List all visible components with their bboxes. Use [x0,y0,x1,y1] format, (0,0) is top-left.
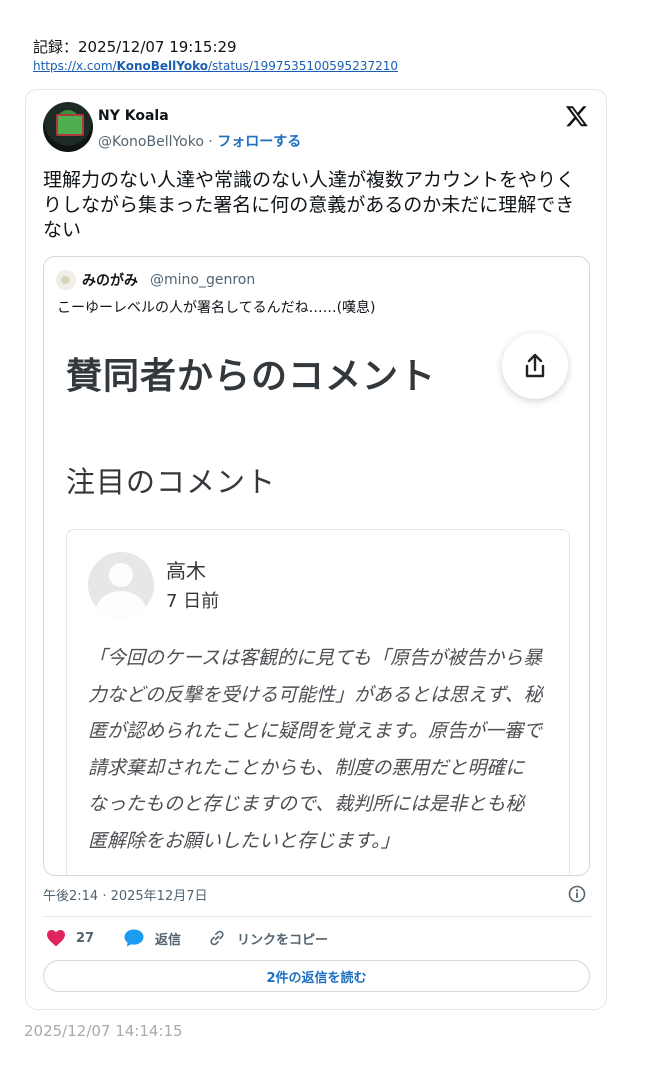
share-icon [525,353,545,378]
image-share-button [502,333,568,399]
copy-link-button[interactable]: リンクをコピー [207,928,328,948]
read-replies-button[interactable]: 2件の返信を読む [43,960,590,992]
like-count: 27 [76,930,95,946]
follow-button[interactable]: フォローする [217,134,301,150]
image-subheading: 注目のコメント [66,465,277,499]
author-handle-row: @KonoBellYoko · フォローする [98,131,301,151]
quoted-author-name: みのがみ [82,273,138,289]
image-heading: 賛同者からのコメント [66,356,437,397]
copy-link-label: リンクをコピー [237,932,329,948]
x-logo-icon[interactable] [565,104,589,128]
tweet-text: 理解力のない人達や常識のない人達が複数アカウントをやりくりしながら集まった署名に… [43,169,576,241]
quoted-tweet[interactable]: みのがみ @mino_genron こーゆーレベルの人が署名してるんだね……(嘆… [43,256,590,876]
author-name[interactable]: NY Koala [98,108,169,124]
comment-body: 「今回のケースは客観的に見ても「原告が被告から暴力などの反撃を受ける可能性」があ… [88,647,543,852]
quoted-author-handle: @mino_genron [150,272,256,288]
reply-button[interactable]: 返信 [123,928,181,948]
record-url-suffix: /status/1997535100595237210 [207,59,399,73]
handle-separator: · [203,134,218,150]
record-url-prefix: https://x.com/ [33,59,117,73]
quoted-author-avatar [56,270,76,290]
link-icon [210,930,224,946]
tweet-card: NY Koala @KonoBellYoko · フォローする 理解力のない人達… [25,89,607,1010]
archived-timestamp: 2025/12/07 14:14:15 [24,1022,183,1040]
commenter-name: 高木 [166,559,206,583]
reply-label: 返信 [155,932,182,948]
heart-icon [47,930,65,947]
divider [43,916,591,917]
author-avatar[interactable] [43,102,93,152]
quoted-screenshot-image[interactable]: 賛同者からのコメント 注目のコメント 高木 7 日前 「今回のケースは客観的に見… [44,323,589,875]
like-button[interactable]: 27 [46,928,94,948]
info-icon[interactable] [568,885,586,903]
record-url-user: KonoBellYoko [116,59,208,73]
record-label: 記録：2025/12/07 19:15:29 [33,38,237,56]
record-url-link[interactable]: https://x.com/KonoBellYoko/status/199753… [33,59,398,73]
quoted-tweet-text: こーゆーレベルの人が署名してるんだね……(嘆息) [57,300,376,316]
avatar-image [56,114,84,136]
comment-date: 7 日前 [166,591,220,612]
commenter-avatar [88,552,154,618]
author-handle[interactable]: @KonoBellYoko [98,134,204,150]
image-comment-card: 高木 7 日前 「今回のケースは客観的に見ても「原告が被告から暴力などの反撃を受… [66,529,570,875]
reply-bubble-icon [124,929,144,947]
tweet-timestamp[interactable]: 午後2:14 · 2025年12月7日 [43,885,208,904]
